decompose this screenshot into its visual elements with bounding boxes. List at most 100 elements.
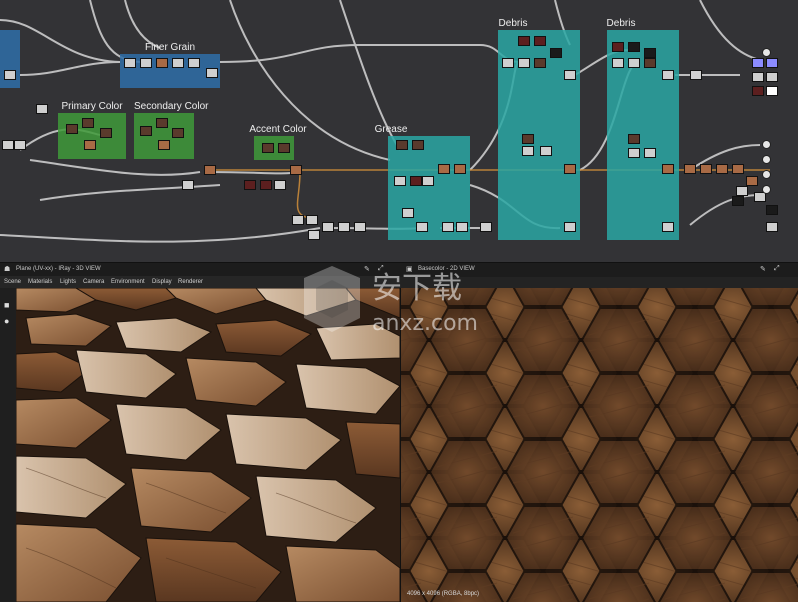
- graph-node[interactable]: [182, 180, 194, 190]
- graph-node[interactable]: [306, 215, 318, 225]
- output-node[interactable]: [752, 72, 764, 82]
- graph-node[interactable]: [4, 70, 16, 80]
- graph-node[interactable]: [628, 134, 640, 144]
- graph-node[interactable]: [290, 165, 302, 175]
- pin-icon[interactable]: ✎: [760, 265, 766, 273]
- graph-node[interactable]: [172, 128, 184, 138]
- maximize-icon[interactable]: ⤢: [774, 265, 780, 273]
- output-node[interactable]: [766, 222, 778, 232]
- graph-node[interactable]: [396, 140, 408, 150]
- graph-node[interactable]: [172, 58, 184, 68]
- graph-node[interactable]: [308, 230, 320, 240]
- graph-node[interactable]: [260, 180, 272, 190]
- graph-node[interactable]: [410, 176, 422, 186]
- graph-node[interactable]: [690, 70, 702, 80]
- graph-node[interactable]: [412, 140, 424, 150]
- graph-node[interactable]: [124, 58, 136, 68]
- menu-lights[interactable]: Lights: [60, 279, 76, 285]
- graph-node[interactable]: [522, 134, 534, 144]
- output-port[interactable]: [762, 185, 771, 194]
- graph-node[interactable]: [736, 186, 748, 196]
- graph-node[interactable]: [564, 222, 576, 232]
- graph-node[interactable]: [158, 140, 170, 150]
- graph-node[interactable]: [442, 222, 454, 232]
- graph-node[interactable]: [550, 48, 562, 58]
- graph-node[interactable]: [684, 164, 696, 174]
- graph-node[interactable]: [534, 58, 546, 68]
- menu-renderer[interactable]: Renderer: [178, 279, 203, 285]
- menu-materials[interactable]: Materials: [28, 279, 52, 285]
- graph-node[interactable]: [456, 222, 468, 232]
- graph-node[interactable]: [100, 128, 112, 138]
- graph-node[interactable]: [36, 104, 48, 114]
- graph-node[interactable]: [66, 124, 78, 134]
- light-icon[interactable]: ●: [4, 316, 9, 326]
- output-node[interactable]: [766, 72, 778, 82]
- graph-node[interactable]: [612, 58, 624, 68]
- graph-node[interactable]: [416, 222, 428, 232]
- graph-node[interactable]: [140, 126, 152, 136]
- graph-node[interactable]: [644, 148, 656, 158]
- graph-node[interactable]: [188, 58, 200, 68]
- graph-node[interactable]: [628, 148, 640, 158]
- menu-display[interactable]: Display: [152, 279, 172, 285]
- graph-node[interactable]: [716, 164, 728, 174]
- menu-scene[interactable]: Scene: [4, 279, 21, 285]
- graph-node[interactable]: [156, 58, 168, 68]
- output-node[interactable]: [766, 205, 778, 215]
- graph-node[interactable]: [262, 143, 274, 153]
- graph-node[interactable]: [204, 165, 216, 175]
- graph-node[interactable]: [422, 176, 434, 186]
- graph-node[interactable]: [644, 48, 656, 58]
- output-node[interactable]: [766, 58, 778, 68]
- graph-node[interactable]: [394, 176, 406, 186]
- output-node[interactable]: [752, 58, 764, 68]
- graph-node[interactable]: [84, 140, 96, 150]
- camera-icon[interactable]: ■: [4, 300, 9, 310]
- node-graph-canvas[interactable]: Finer Grain Primary Color Secondary Colo…: [0, 0, 798, 262]
- output-node[interactable]: [752, 86, 764, 96]
- output-port[interactable]: [762, 155, 771, 164]
- graph-node[interactable]: [522, 146, 534, 156]
- graph-node[interactable]: [644, 58, 656, 68]
- graph-node[interactable]: [732, 196, 744, 206]
- graph-node[interactable]: [2, 140, 14, 150]
- graph-node[interactable]: [438, 164, 450, 174]
- graph-node[interactable]: [354, 222, 366, 232]
- graph-node[interactable]: [518, 58, 530, 68]
- graph-node[interactable]: [274, 180, 286, 190]
- graph-node[interactable]: [454, 164, 466, 174]
- graph-node[interactable]: [140, 58, 152, 68]
- graph-node[interactable]: [564, 164, 576, 174]
- graph-node[interactable]: [292, 215, 304, 225]
- graph-node[interactable]: [662, 222, 674, 232]
- graph-node[interactable]: [662, 70, 674, 80]
- graph-node[interactable]: [628, 58, 640, 68]
- output-port[interactable]: [762, 48, 771, 57]
- graph-node[interactable]: [322, 222, 334, 232]
- graph-node[interactable]: [540, 146, 552, 156]
- graph-node[interactable]: [612, 42, 624, 52]
- graph-node[interactable]: [480, 222, 492, 232]
- graph-node[interactable]: [278, 143, 290, 153]
- output-port[interactable]: [762, 170, 771, 179]
- graph-node[interactable]: [502, 58, 514, 68]
- output-port[interactable]: [762, 140, 771, 149]
- graph-node[interactable]: [206, 68, 218, 78]
- graph-node[interactable]: [662, 164, 674, 174]
- graph-node[interactable]: [746, 176, 758, 186]
- graph-node[interactable]: [564, 70, 576, 80]
- menu-environment[interactable]: Environment: [111, 279, 145, 285]
- graph-node[interactable]: [534, 36, 546, 46]
- menu-camera[interactable]: Camera: [83, 279, 104, 285]
- graph-node[interactable]: [244, 180, 256, 190]
- output-node[interactable]: [766, 86, 778, 96]
- graph-node[interactable]: [402, 208, 414, 218]
- graph-node[interactable]: [82, 118, 94, 128]
- graph-node[interactable]: [14, 140, 26, 150]
- graph-node[interactable]: [628, 42, 640, 52]
- graph-node[interactable]: [700, 164, 712, 174]
- graph-node[interactable]: [338, 222, 350, 232]
- graph-node[interactable]: [518, 36, 530, 46]
- graph-node[interactable]: [156, 118, 168, 128]
